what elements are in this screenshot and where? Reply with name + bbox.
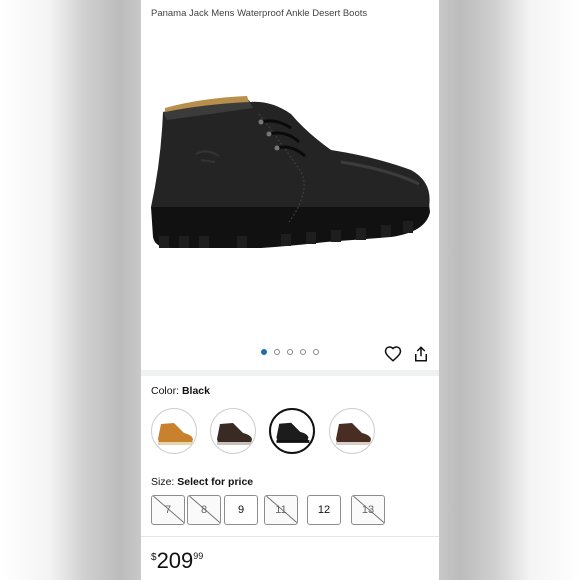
pagination-dot-2[interactable]	[274, 349, 280, 355]
size-option-label: 13	[361, 504, 375, 516]
pagination-dot-4[interactable]	[300, 349, 306, 355]
tan-boot-thumbnail	[158, 423, 194, 445]
price-whole: 209	[156, 548, 194, 573]
size-option-8[interactable]: 8	[187, 495, 221, 525]
size-option-label: 12	[317, 504, 331, 516]
size-option-12[interactable]: 12	[307, 495, 341, 525]
product-title: Panama Jack Mens Waterproof Ankle Desert…	[151, 8, 368, 19]
pagination-dot-1[interactable]	[261, 349, 267, 355]
size-option-label: 9	[237, 504, 245, 516]
color-swatch-black[interactable]	[269, 408, 315, 454]
size-option-label: 7	[164, 504, 172, 516]
color-swatch-tan[interactable]	[151, 408, 197, 454]
share-icon	[415, 346, 427, 362]
price-currency: $	[151, 552, 157, 563]
color-label: Color: Black	[151, 385, 210, 397]
size-option-11[interactable]: 11	[264, 495, 298, 525]
section-divider	[141, 370, 439, 376]
black-boot-thumbnail	[276, 422, 310, 443]
price: $20999	[151, 548, 203, 574]
color-swatch-dark-brown[interactable]	[210, 408, 256, 454]
size-option-13[interactable]: 13	[351, 495, 385, 525]
boot-image	[151, 96, 430, 248]
brown-boot-thumbnail	[336, 423, 372, 445]
dark-brown-boot-thumbnail	[217, 423, 253, 445]
size-option-label: 8	[200, 504, 208, 516]
product-image[interactable]	[141, 22, 439, 330]
pagination-dot-3[interactable]	[287, 349, 293, 355]
color-selected-value: Black	[181, 385, 210, 397]
share-button[interactable]	[412, 345, 430, 363]
heart-icon	[384, 346, 402, 362]
background-right	[439, 0, 580, 580]
favorite-button[interactable]	[384, 345, 402, 363]
size-option-7[interactable]: 7	[151, 495, 185, 525]
color-label-text: Color:	[151, 385, 182, 397]
background-left	[0, 0, 141, 580]
price-fraction: 99	[193, 551, 204, 561]
color-swatch-brown[interactable]	[329, 408, 375, 454]
size-option-9[interactable]: 9	[224, 495, 258, 525]
pagination-dot-5[interactable]	[313, 349, 319, 355]
size-label-text: Size:	[151, 476, 178, 488]
size-option-label: 11	[275, 504, 287, 516]
product-page: Panama Jack Mens Waterproof Ankle Desert…	[141, 0, 439, 580]
size-label: Size: Select for price	[151, 476, 253, 488]
boot-upper	[151, 101, 430, 207]
size-prompt: Select for price	[177, 476, 254, 488]
price-divider	[141, 536, 439, 537]
